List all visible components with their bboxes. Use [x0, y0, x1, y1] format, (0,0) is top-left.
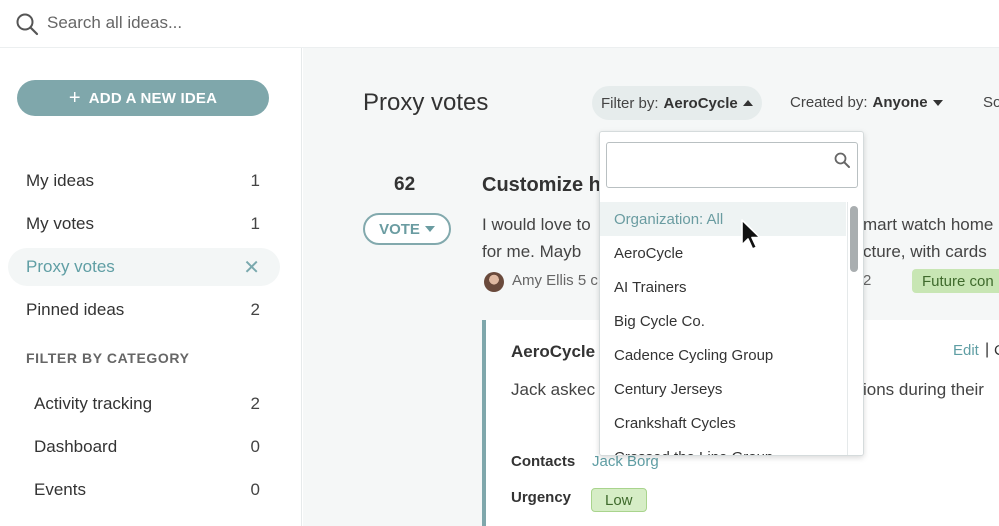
sidebar-item-pinned-ideas[interactable]: Pinned ideas 2 — [8, 291, 280, 329]
sidebar-item-count: 1 — [250, 214, 260, 233]
caret-down-icon — [932, 99, 943, 106]
proxy-note-right: ions during their — [863, 380, 984, 399]
dropdown-search-input[interactable] — [606, 142, 858, 188]
urgency-label: Urgency — [511, 489, 572, 506]
vote-count: 62 — [394, 174, 416, 195]
sidebar-item-my-votes[interactable]: My votes 1 — [8, 205, 280, 243]
sidebar-item-my-ideas[interactable]: My ideas 1 — [8, 162, 280, 200]
dropdown-option[interactable]: Cadence Cycling Group — [600, 338, 846, 372]
idea-text-line: for me. Mayb — [482, 242, 582, 261]
edit-link[interactable]: Edit — [953, 342, 979, 359]
scrollbar-thumb[interactable] — [850, 206, 858, 272]
dropdown-scrollbar[interactable] — [847, 202, 863, 455]
contacts-label: Contacts — [511, 453, 576, 470]
category-label: Events — [34, 480, 86, 499]
add-new-idea-label: ADD A NEW IDEA — [88, 89, 218, 107]
proxy-org-name: AeroCycle — [511, 342, 596, 361]
filter-by-dropdown[interactable]: Filter by: AeroCycle — [592, 86, 762, 120]
created-value: Anyone — [872, 94, 928, 111]
idea-title[interactable]: Customize h — [482, 174, 601, 197]
filter-value: AeroCycle — [663, 94, 738, 112]
vote-button[interactable]: VOTE — [363, 213, 451, 245]
page-title: Proxy votes — [363, 89, 489, 116]
category-activity-tracking[interactable]: Activity tracking 2 — [8, 386, 280, 422]
avatar — [484, 272, 504, 292]
category-label: Dashboard — [34, 437, 118, 456]
category-events[interactable]: Events 0 — [8, 472, 280, 508]
urgency-badge: Low — [591, 488, 647, 512]
created-by-dropdown[interactable]: Created by: Anyone — [790, 94, 943, 111]
dropdown-option[interactable]: AeroCycle — [600, 236, 846, 270]
search-icon — [16, 13, 39, 36]
comment-count: 2 — [863, 272, 872, 289]
vote-label: VOTE — [379, 220, 420, 238]
sort-dropdown[interactable]: So — [983, 94, 999, 111]
close-icon[interactable]: ✕ — [243, 255, 260, 280]
idea-description-right: mart watch home cture, with cards — [863, 211, 993, 265]
action-separator: | — [985, 341, 990, 358]
secondary-action-link[interactable]: C — [994, 342, 999, 359]
add-new-idea-button[interactable]: + ADD A NEW IDEA — [17, 80, 269, 116]
sidebar-item-count: 2 — [250, 300, 260, 319]
search-input[interactable]: Search all ideas... — [47, 13, 182, 33]
category-count: 2 — [250, 394, 260, 413]
idea-text-line: I would love to — [482, 215, 591, 234]
dropdown-option[interactable]: Century Jerseys — [600, 372, 846, 406]
sidebar-item-label: My ideas — [26, 171, 95, 190]
filter-prefix: Filter by: — [601, 94, 659, 112]
proxy-note-left: Jack askec — [511, 380, 596, 399]
dropdown-option[interactable]: Crankshaft Cycles — [600, 406, 846, 440]
top-search-bar[interactable]: Search all ideas... — [0, 0, 999, 48]
category-count: 0 — [250, 437, 260, 456]
category-count: 0 — [250, 480, 260, 499]
category-label: Activity tracking — [34, 394, 153, 413]
idea-description-left: I would love to for me. Mayb — [482, 211, 591, 265]
plus-icon: + — [68, 87, 81, 109]
status-badge: Future con — [912, 269, 999, 293]
idea-text-line: mart watch home — [863, 215, 994, 234]
caret-down-icon — [424, 226, 435, 232]
category-dashboard[interactable]: Dashboard 0 — [8, 429, 280, 465]
idea-author-meta: Amy Ellis 5 c — [512, 272, 598, 289]
sidebar-item-proxy-votes[interactable]: Proxy votes ✕ — [8, 248, 280, 286]
dropdown-option[interactable]: Organization: All — [600, 202, 846, 236]
sidebar: + ADD A NEW IDEA My ideas 1 My votes 1 P… — [0, 48, 302, 526]
search-icon — [834, 152, 850, 168]
dropdown-option[interactable]: Big Cycle Co. — [600, 304, 846, 338]
filter-by-category-heading: FILTER BY CATEGORY — [26, 350, 190, 366]
mouse-cursor-icon — [741, 219, 761, 250]
organization-filter-dropdown: Organization: All AeroCycle AI Trainers … — [599, 131, 864, 456]
dropdown-option[interactable]: AI Trainers — [600, 270, 846, 304]
dropdown-options-list: Organization: All AeroCycle AI Trainers … — [600, 202, 846, 456]
dropdown-option[interactable]: Crossed the Line Group — [600, 440, 846, 456]
sidebar-item-label: Pinned ideas — [26, 300, 125, 319]
caret-up-icon — [742, 100, 753, 106]
sidebar-item-count: 1 — [250, 171, 260, 190]
created-prefix: Created by: — [790, 94, 868, 111]
sidebar-item-label: Proxy votes — [26, 257, 115, 276]
idea-text-line: cture, with cards — [863, 242, 987, 261]
sidebar-item-label: My votes — [26, 214, 95, 233]
